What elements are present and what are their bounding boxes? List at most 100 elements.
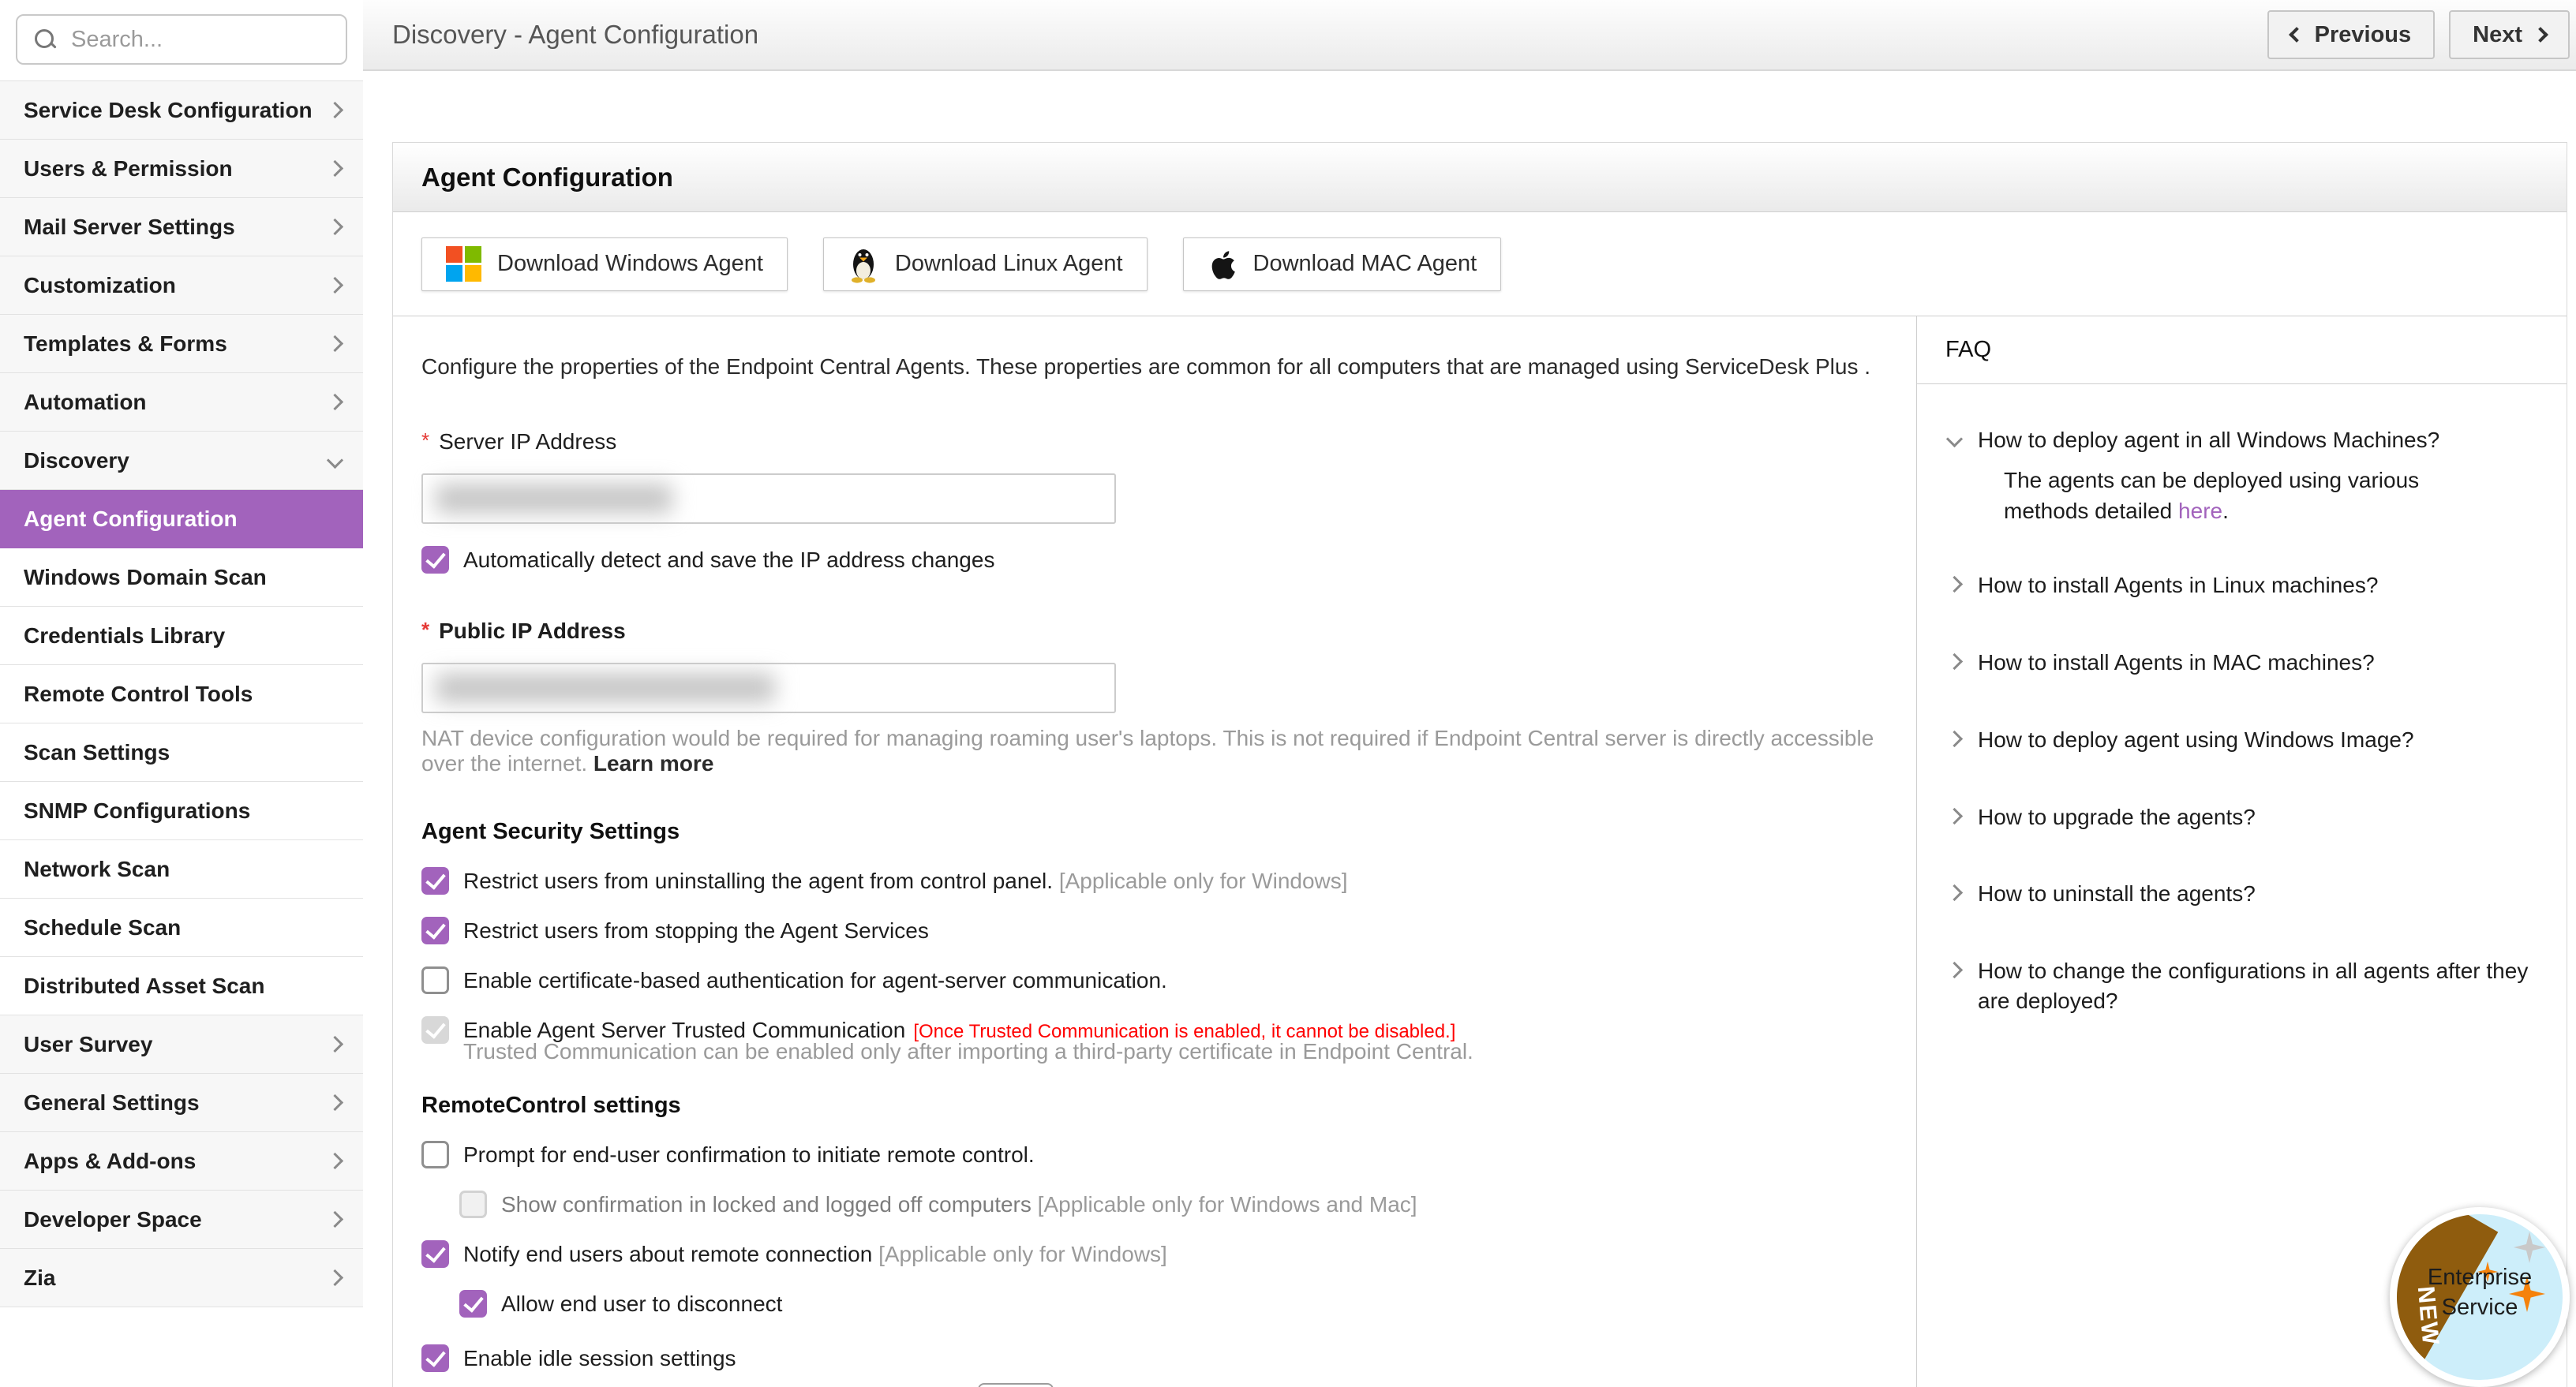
checkbox-unchecked-icon xyxy=(421,1141,449,1168)
sidebar-item-users-permission[interactable]: Users & Permission xyxy=(0,140,363,198)
sidebar-item-user-survey[interactable]: User Survey xyxy=(0,1015,363,1074)
chevron-right-icon xyxy=(327,102,343,118)
pagination-buttons: Previous Next xyxy=(2267,10,2570,59)
sidebar-item-mail-server-settings[interactable]: Mail Server Settings xyxy=(0,198,363,256)
sidebar-item-automation[interactable]: Automation xyxy=(0,373,363,432)
certificate-auth-checkbox[interactable]: Enable certificate-based authentication … xyxy=(421,966,1885,994)
download-windows-agent-button[interactable]: Download Windows Agent xyxy=(421,237,788,291)
enable-idle-session-checkbox[interactable]: Enable idle session settings xyxy=(421,1344,1885,1372)
sidebar-item-schedule-scan[interactable]: Schedule Scan xyxy=(0,899,363,957)
here-link[interactable]: here xyxy=(2178,499,2222,523)
download-mac-agent-button[interactable]: Download MAC Agent xyxy=(1183,237,1502,291)
page-title: Discovery - Agent Configuration xyxy=(392,20,758,50)
sidebar-item-zia[interactable]: Zia xyxy=(0,1249,363,1307)
server-ip-input[interactable] xyxy=(421,473,1116,524)
faq-answer: The agents can be deployed using various… xyxy=(2004,465,2509,526)
learn-more-link[interactable]: Learn more xyxy=(593,751,714,776)
remote-control-heading: RemoteControl settings xyxy=(421,1093,1885,1119)
faq-item-change-configurations[interactable]: How to change the configurations in all … xyxy=(1949,956,2538,1016)
windows-logo-icon xyxy=(446,246,481,282)
prompt-confirmation-checkbox[interactable]: Prompt for end-user confirmation to init… xyxy=(421,1141,1885,1168)
chevron-right-icon xyxy=(2533,27,2548,43)
allow-disconnect-checkbox[interactable]: Allow end user to disconnect xyxy=(459,1290,1885,1318)
chevron-right-icon xyxy=(327,277,343,293)
public-ip-input[interactable] xyxy=(421,663,1116,713)
apple-logo-icon xyxy=(1208,247,1237,282)
main-area: Discovery - Agent Configuration Previous… xyxy=(363,0,2576,1313)
star-icon xyxy=(2514,1232,2545,1263)
checkbox-disabled-checked-icon xyxy=(421,1016,449,1044)
notify-end-users-checkbox[interactable]: Notify end users about remote connection… xyxy=(421,1240,1885,1268)
search-input[interactable]: Search... xyxy=(16,14,347,65)
panel-header: Agent Configuration xyxy=(393,143,2567,212)
sidebar-item-windows-domain-scan[interactable]: Windows Domain Scan xyxy=(0,548,363,607)
checkbox-checked-icon xyxy=(421,546,449,574)
sidebar-menu: Service Desk Configuration Users & Permi… xyxy=(0,80,363,1307)
idle-session-block: Enable idle session settings Maximum Tim… xyxy=(421,1344,1885,1387)
sidebar-item-network-scan[interactable]: Network Scan xyxy=(0,840,363,899)
server-ip-label: *Server IP Address xyxy=(421,428,1885,454)
faq-item-windows-image[interactable]: How to deploy agent using Windows Image? xyxy=(1949,725,2538,755)
security-settings-heading: Agent Security Settings xyxy=(421,819,1885,845)
download-buttons-row: Download Windows Agent Download Linux Ag… xyxy=(393,212,2567,316)
checkbox-checked-icon xyxy=(459,1290,487,1318)
redacted-value xyxy=(436,673,775,703)
idle-minutes-input[interactable] xyxy=(978,1383,1054,1387)
checkbox-checked-icon xyxy=(421,1344,449,1372)
sidebar-item-developer-space[interactable]: Developer Space xyxy=(0,1191,363,1249)
chevron-right-icon xyxy=(327,1153,343,1169)
sidebar-item-agent-configuration[interactable]: Agent Configuration xyxy=(0,490,363,548)
agent-settings-form: Configure the properties of the Endpoint… xyxy=(393,316,1916,1387)
idle-time-limit-row: Maximum Time limit for a remote session … xyxy=(463,1383,1885,1387)
trusted-note: Trusted Communication can be enabled onl… xyxy=(463,1039,1885,1064)
chevron-right-icon xyxy=(327,160,343,177)
faq-title: FAQ xyxy=(1917,316,2567,384)
chevron-right-icon xyxy=(1946,653,1963,670)
checkbox-unchecked-icon xyxy=(421,966,449,994)
sidebar-item-discovery[interactable]: Discovery xyxy=(0,432,363,490)
chevron-down-icon xyxy=(1946,431,1963,447)
nat-note: NAT device configuration would be requir… xyxy=(421,726,1885,776)
intro-text: Configure the properties of the Endpoint… xyxy=(421,354,1885,379)
next-button[interactable]: Next xyxy=(2449,10,2570,59)
search-icon xyxy=(35,29,55,50)
panel-title: Agent Configuration xyxy=(421,163,673,193)
checkbox-disabled-unchecked-icon xyxy=(459,1191,487,1218)
sidebar-item-credentials-library[interactable]: Credentials Library xyxy=(0,607,363,665)
auto-detect-ip-checkbox[interactable]: Automatically detect and save the IP add… xyxy=(421,546,1885,574)
restrict-stop-services-checkbox[interactable]: Restrict users from stopping the Agent S… xyxy=(421,917,1885,944)
faq-item-uninstall-agents[interactable]: How to uninstall the agents? xyxy=(1949,879,2538,909)
sidebar-item-service-desk-configuration[interactable]: Service Desk Configuration xyxy=(0,81,363,140)
chevron-right-icon xyxy=(1946,962,1963,978)
sidebar-item-templates-forms[interactable]: Templates & Forms xyxy=(0,315,363,373)
chevron-right-icon xyxy=(327,394,343,410)
sidebar-item-customization[interactable]: Customization xyxy=(0,256,363,315)
sidebar-item-remote-control-tools[interactable]: Remote Control Tools xyxy=(0,665,363,723)
previous-button[interactable]: Previous xyxy=(2267,10,2436,59)
checkbox-checked-icon xyxy=(421,867,449,895)
sidebar-item-general-settings[interactable]: General Settings xyxy=(0,1074,363,1132)
panel-content: Configure the properties of the Endpoint… xyxy=(393,316,2567,1387)
chevron-right-icon xyxy=(327,219,343,235)
faq-item-upgrade-agents[interactable]: How to upgrade the agents? xyxy=(1949,802,2538,832)
chevron-right-icon xyxy=(1946,884,1963,901)
app-root: Search... Service Desk Configuration Use… xyxy=(0,0,2576,1313)
chevron-right-icon xyxy=(1946,576,1963,593)
restrict-uninstall-checkbox[interactable]: Restrict users from uninstalling the age… xyxy=(421,867,1885,895)
download-linux-agent-button[interactable]: Download Linux Agent xyxy=(823,237,1148,291)
sidebar-search-area: Search... xyxy=(0,0,363,80)
sidebar-item-scan-settings[interactable]: Scan Settings xyxy=(0,723,363,782)
enterprise-service-badge: NEW Enterprise Service xyxy=(2390,1207,2570,1387)
sidebar: Search... Service Desk Configuration Use… xyxy=(0,0,363,1313)
sidebar-item-apps-add-ons[interactable]: Apps & Add-ons xyxy=(0,1132,363,1191)
sidebar-item-distributed-asset-scan[interactable]: Distributed Asset Scan xyxy=(0,957,363,1015)
required-marker: * xyxy=(421,618,429,641)
faq-item-install-mac[interactable]: How to install Agents in MAC machines? xyxy=(1949,648,2538,678)
chevron-right-icon xyxy=(327,335,343,352)
faq-item-install-linux[interactable]: How to install Agents in Linux machines? xyxy=(1949,570,2538,600)
chevron-right-icon xyxy=(327,1036,343,1052)
chevron-right-icon xyxy=(327,1094,343,1111)
sidebar-item-snmp-configurations[interactable]: SNMP Configurations xyxy=(0,782,363,840)
show-confirmation-checkbox: Show confirmation in locked and logged o… xyxy=(459,1191,1885,1218)
faq-item-deploy-windows[interactable]: How to deploy agent in all Windows Machi… xyxy=(1949,425,2538,455)
